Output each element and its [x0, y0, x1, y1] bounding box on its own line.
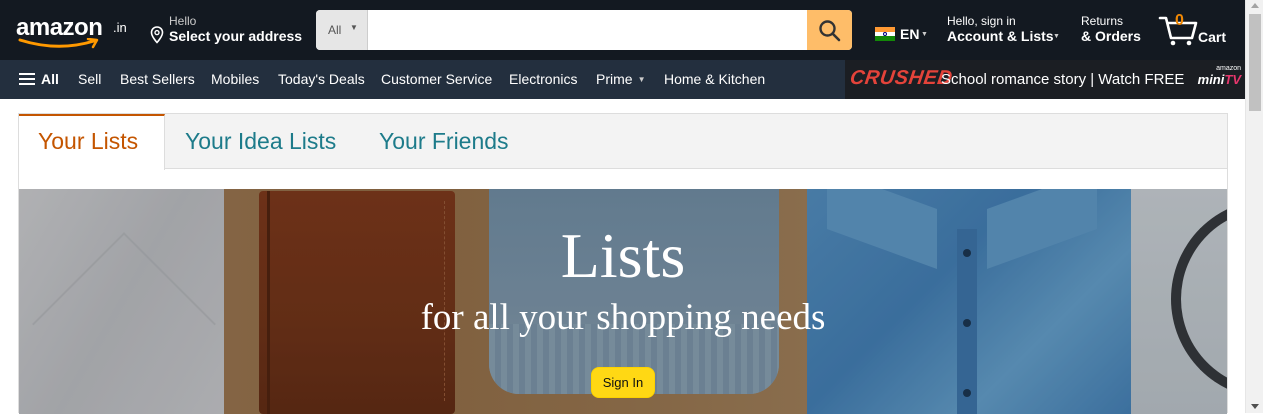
tab-your-friends[interactable]: Your Friends	[379, 114, 509, 169]
nav-link-todays-deals[interactable]: Today's Deals	[278, 71, 365, 87]
minitv-mini: mini	[1197, 72, 1225, 87]
scroll-thumb[interactable]	[1249, 14, 1261, 111]
nav-link-mobiles[interactable]: Mobiles	[211, 71, 259, 87]
minitv-word: miniTV	[1198, 72, 1241, 87]
cart-button[interactable]: 0 Cart	[1158, 12, 1238, 48]
amazon-logo[interactable]: amazon .in	[14, 10, 134, 50]
returns-line1: Returns	[1081, 14, 1124, 28]
tab-your-lists[interactable]: Your Lists	[19, 114, 165, 170]
minitv-amazon: amazon	[1216, 65, 1241, 72]
lists-page: Your Lists Your Idea Lists Your Friends …	[18, 113, 1228, 414]
address-greeting: Hello	[169, 14, 197, 28]
language-code: EN	[900, 26, 920, 42]
location-pin-icon	[150, 26, 164, 44]
account-label: Account & Lists	[947, 28, 1054, 44]
hamburger-menu-icon	[19, 73, 35, 85]
minitv-logo: amazon miniTV	[1195, 65, 1241, 95]
address-action: Select your address	[169, 28, 303, 44]
nav-belt: amazon .in Hello Select your address All…	[0, 0, 1245, 60]
sign-in-button[interactable]: Sign In	[591, 367, 655, 398]
promo-banner[interactable]: CRUSHED School romance story | Watch FRE…	[845, 60, 1245, 99]
hero-title: Lists	[560, 220, 686, 291]
nav-link-customer-service[interactable]: Customer Service	[381, 71, 492, 87]
chevron-down-icon: ▼	[350, 23, 358, 32]
prime-label: Prime	[596, 71, 633, 87]
all-menu-label: All	[41, 71, 59, 87]
returns-line2: & Orders	[1081, 28, 1141, 44]
cart-count: 0	[1175, 12, 1184, 29]
search-button[interactable]	[807, 10, 852, 50]
nav-link-home-kitchen[interactable]: Home & Kitchen	[664, 71, 765, 87]
search-icon	[819, 20, 841, 42]
page-scrollbar[interactable]	[1245, 0, 1263, 413]
caret-down-icon: ▼	[1053, 33, 1060, 40]
caret-down-icon: ▼	[637, 75, 646, 84]
promo-brand: CRUSHED	[848, 67, 955, 89]
tab-your-idea-lists[interactable]: Your Idea Lists	[185, 114, 336, 169]
nav-link-sell[interactable]: Sell	[78, 71, 101, 87]
hero-subtitle: for all your shopping needs	[420, 297, 826, 338]
minitv-tv: TV	[1224, 72, 1241, 87]
nav-link-prime[interactable]: Prime ▼	[596, 71, 645, 87]
nav-secondary: All Sell Best Sellers Mobiles Today's De…	[0, 60, 1245, 99]
promo-text: School romance story | Watch FREE	[941, 71, 1185, 88]
smile-arrow-icon	[18, 38, 99, 49]
search-bar: All ▼	[316, 10, 852, 50]
search-category-label: All	[328, 23, 342, 37]
scroll-down-arrow-icon[interactable]	[1251, 404, 1259, 409]
india-flag-icon	[875, 27, 895, 41]
nav-link-electronics[interactable]: Electronics	[509, 71, 577, 87]
search-category-select[interactable]: All ▼	[316, 10, 368, 50]
scroll-up-arrow-icon[interactable]	[1251, 3, 1259, 8]
lists-tabs: Your Lists Your Idea Lists Your Friends	[19, 114, 1227, 170]
search-input[interactable]	[368, 10, 807, 50]
nav-link-best-sellers[interactable]: Best Sellers	[120, 71, 195, 87]
account-greeting: Hello, sign in	[947, 14, 1016, 28]
all-menu-button[interactable]: All	[19, 71, 59, 87]
caret-down-icon: ▼	[921, 31, 928, 38]
cart-label: Cart	[1198, 29, 1227, 45]
lists-hero-banner: Lists for all your shopping needs Sign I…	[19, 189, 1227, 414]
logo-tld: .in	[113, 20, 127, 35]
